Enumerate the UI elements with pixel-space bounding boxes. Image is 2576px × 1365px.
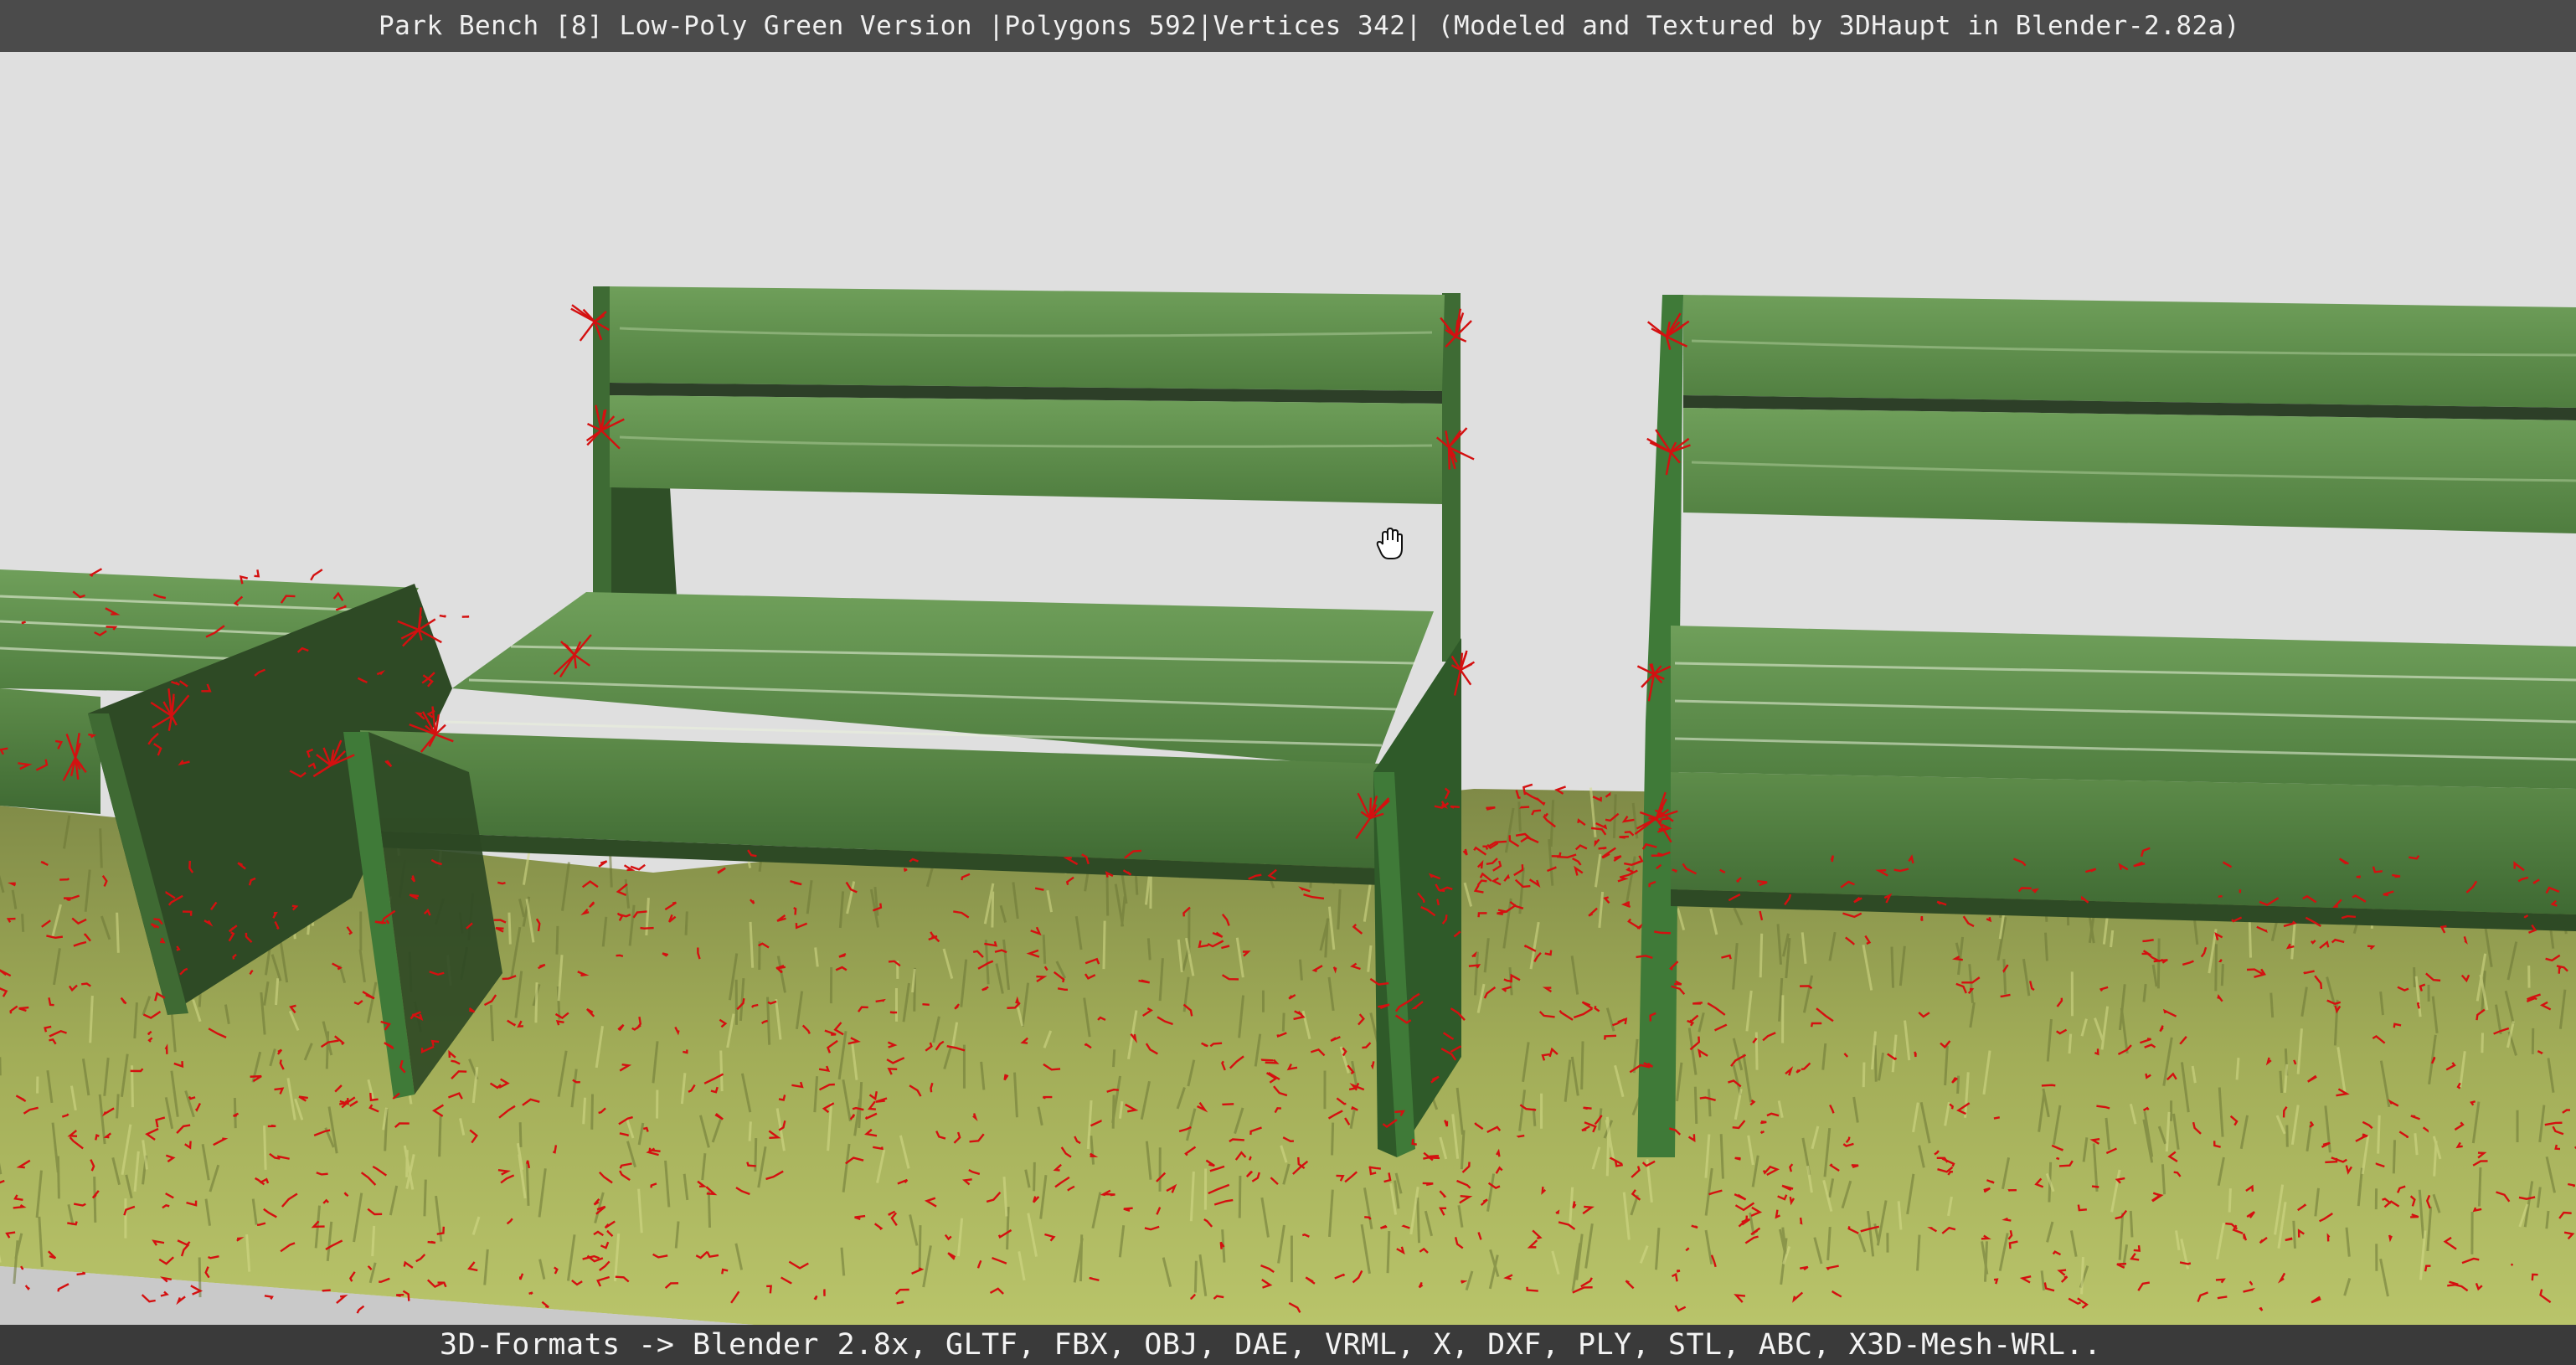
backrest-plank-top <box>610 286 1445 391</box>
hand-grab-icon <box>1376 528 1403 559</box>
title-bar: Park Bench [8] Low-Poly Green Version |P… <box>0 0 2576 52</box>
right-backrest-plank-bottom <box>1683 408 2576 533</box>
scene-render[interactable] <box>0 52 2576 1325</box>
right-seat-top <box>1671 626 2576 789</box>
3d-viewport[interactable] <box>0 52 2576 1325</box>
formats-text: 3D-Formats -> Blender 2.8x, GLTF, FBX, O… <box>440 1328 2102 1362</box>
model-title: Park Bench [8] Low-Poly Green Version |P… <box>379 11 2240 41</box>
format-bar: 3D-Formats -> Blender 2.8x, GLTF, FBX, O… <box>0 1325 2576 1365</box>
backrest-plank-bottom <box>610 395 1442 504</box>
